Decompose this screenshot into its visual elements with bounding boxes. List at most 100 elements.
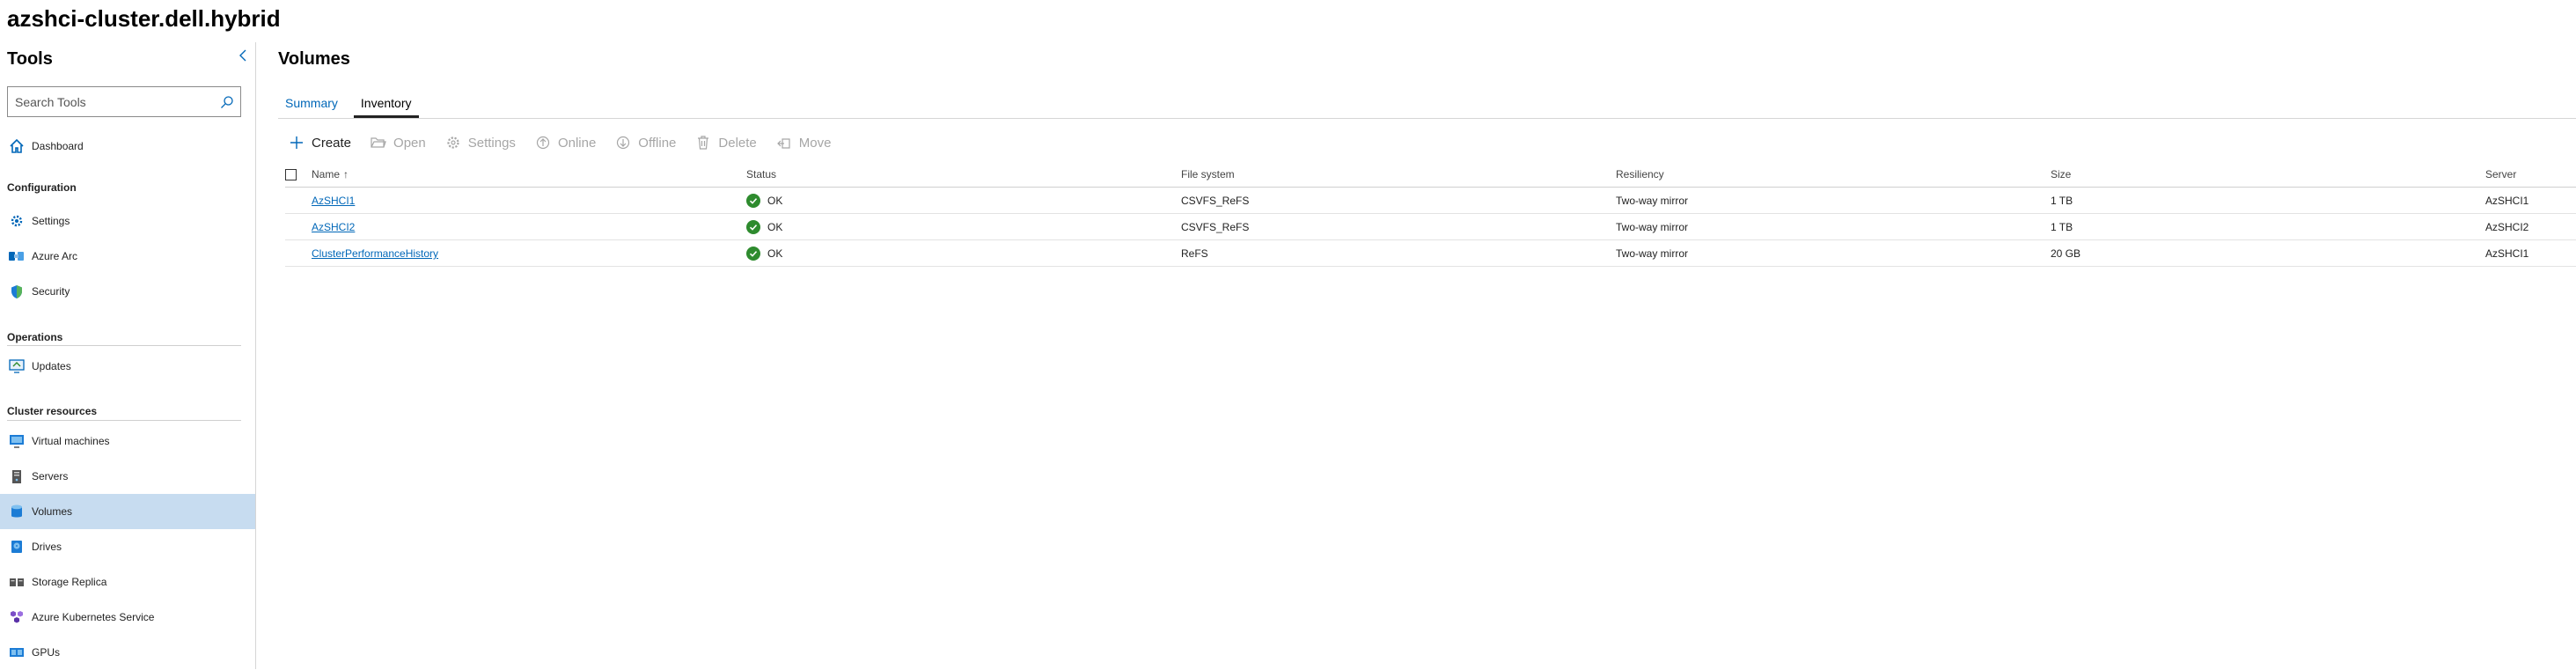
search-icon[interactable] xyxy=(214,87,240,116)
search-tools-input[interactable] xyxy=(8,87,214,116)
plus-icon xyxy=(289,135,305,151)
move-button[interactable]: Move xyxy=(776,135,831,151)
sidebar-item-updates[interactable]: Updates xyxy=(0,349,255,384)
virtual-machine-icon xyxy=(9,433,25,449)
sidebar-item-azure-arc[interactable]: Azure Arc xyxy=(0,239,255,274)
column-header-status[interactable]: Status xyxy=(746,161,776,188)
file-system-cell: ReFS xyxy=(1181,247,1208,260)
column-header-server[interactable]: Server xyxy=(2485,161,2516,188)
ok-check-icon xyxy=(746,220,760,234)
sort-ascending-icon: ↑ xyxy=(343,168,349,180)
sidebar-item-label: Settings xyxy=(32,215,70,227)
folder-open-icon xyxy=(371,135,386,151)
status-text: OK xyxy=(767,221,783,233)
toolbar: Create Open Settings Online Offline Dele… xyxy=(289,130,850,155)
delete-label: Delete xyxy=(718,135,757,151)
column-header-name[interactable]: Name ↑ xyxy=(312,161,349,188)
offline-button[interactable]: Offline xyxy=(615,135,676,151)
settings-label: Settings xyxy=(467,135,516,151)
arrow-up-circle-icon xyxy=(535,135,551,151)
gpu-icon xyxy=(9,644,25,660)
offline-label: Offline xyxy=(638,135,677,151)
select-all-checkbox[interactable] xyxy=(285,168,297,180)
sidebar-item-label: Security xyxy=(32,285,70,298)
home-icon xyxy=(9,138,25,154)
column-header-size[interactable]: Size xyxy=(2051,161,2071,188)
tab-inventory[interactable]: Inventory xyxy=(353,93,419,118)
sidebar-item-servers[interactable]: Servers xyxy=(0,459,255,494)
server-cell: AzSHCI1 xyxy=(2485,247,2529,260)
tools-sidebar: Tools Dashboard Configuration Settings A… xyxy=(0,42,256,669)
volume-icon xyxy=(9,504,25,519)
select-all-checkbox-cell xyxy=(285,161,299,188)
status-cell: OK xyxy=(746,188,782,214)
storage-replica-icon xyxy=(9,574,25,590)
tab-bar: Summary Inventory xyxy=(278,93,428,118)
sidebar-item-label: Virtual machines xyxy=(32,435,110,447)
settings-button[interactable]: Settings xyxy=(445,135,516,151)
resiliency-cell: Two-way mirror xyxy=(1616,221,1689,233)
table-row[interactable]: ClusterPerformanceHistory OK ReFS Two-wa… xyxy=(285,240,2576,267)
status-text: OK xyxy=(767,247,783,260)
file-system-cell: CSVFS_ReFS xyxy=(1181,221,1250,233)
sidebar-item-dashboard[interactable]: Dashboard xyxy=(0,129,255,164)
gear-icon xyxy=(9,213,25,229)
status-cell: OK xyxy=(746,240,782,267)
table-row[interactable]: AzSHCI1 OK CSVFS_ReFS Two-way mirror 1 T… xyxy=(285,188,2576,214)
server-cell: AzSHCI2 xyxy=(2485,221,2529,233)
move-icon xyxy=(776,135,792,151)
section-configuration: Configuration xyxy=(7,181,77,194)
create-button[interactable]: Create xyxy=(289,135,351,151)
kubernetes-icon xyxy=(9,609,25,625)
status-text: OK xyxy=(767,195,783,207)
cluster-title: azshci-cluster.dell.hybrid xyxy=(7,5,281,32)
sidebar-item-label: Storage Replica xyxy=(32,576,107,588)
sidebar-item-gpus[interactable]: GPUs xyxy=(0,635,255,670)
tab-summary[interactable]: Summary xyxy=(278,93,345,118)
sidebar-item-storage-replica[interactable]: Storage Replica xyxy=(0,564,255,600)
column-header-file-system[interactable]: File system xyxy=(1181,161,1235,188)
sidebar-item-label: Azure Kubernetes Service xyxy=(32,611,155,623)
section-divider xyxy=(7,420,241,421)
table-row[interactable]: AzSHCI2 OK CSVFS_ReFS Two-way mirror 1 T… xyxy=(285,214,2576,240)
sidebar-item-label: Azure Arc xyxy=(32,250,78,262)
ok-check-icon xyxy=(746,247,760,261)
size-cell: 1 TB xyxy=(2051,195,2073,207)
volume-name-link[interactable]: ClusterPerformanceHistory xyxy=(312,240,438,267)
main-content: Volumes Summary Inventory Create Open Se… xyxy=(257,42,2576,669)
azure-arc-icon xyxy=(9,248,25,264)
online-button[interactable]: Online xyxy=(535,135,596,151)
sidebar-item-virtual-machines[interactable]: Virtual machines xyxy=(0,423,255,459)
sidebar-item-label: Volumes xyxy=(32,505,73,518)
column-header-resiliency[interactable]: Resiliency xyxy=(1616,161,1664,188)
search-tools-box xyxy=(7,86,241,117)
sidebar-item-volumes[interactable]: Volumes xyxy=(0,494,255,529)
delete-button[interactable]: Delete xyxy=(695,135,757,151)
page-title: Volumes xyxy=(278,49,350,69)
size-cell: 1 TB xyxy=(2051,221,2073,233)
section-divider xyxy=(7,345,241,346)
sidebar-item-label: Updates xyxy=(32,360,71,372)
sidebar-item-settings[interactable]: Settings xyxy=(0,203,255,239)
sidebar-item-security[interactable]: Security xyxy=(0,274,255,309)
shield-icon xyxy=(9,283,25,299)
column-header-label: Name xyxy=(312,168,341,180)
volume-name-link[interactable]: AzSHCI2 xyxy=(312,214,355,240)
table-header: Name ↑ Status File system Resiliency Size… xyxy=(285,161,2576,188)
server-icon xyxy=(9,468,25,484)
section-cluster-resources: Cluster resources xyxy=(7,405,98,417)
gear-icon xyxy=(445,135,461,151)
resiliency-cell: Two-way mirror xyxy=(1616,195,1689,207)
volumes-table: Name ↑ Status File system Resiliency Size… xyxy=(285,161,2576,267)
sidebar-item-drives[interactable]: Drives xyxy=(0,529,255,564)
trash-icon xyxy=(695,135,711,151)
arrow-down-circle-icon xyxy=(615,135,631,151)
resiliency-cell: Two-way mirror xyxy=(1616,247,1689,260)
collapse-sidebar-icon[interactable] xyxy=(236,48,252,63)
sidebar-item-label: Servers xyxy=(32,470,69,482)
size-cell: 20 GB xyxy=(2051,247,2081,260)
sidebar-item-azure-kubernetes-service[interactable]: Azure Kubernetes Service xyxy=(0,600,255,635)
volume-name-link[interactable]: AzSHCI1 xyxy=(312,188,355,214)
open-button[interactable]: Open xyxy=(371,135,426,151)
online-label: Online xyxy=(557,135,597,151)
